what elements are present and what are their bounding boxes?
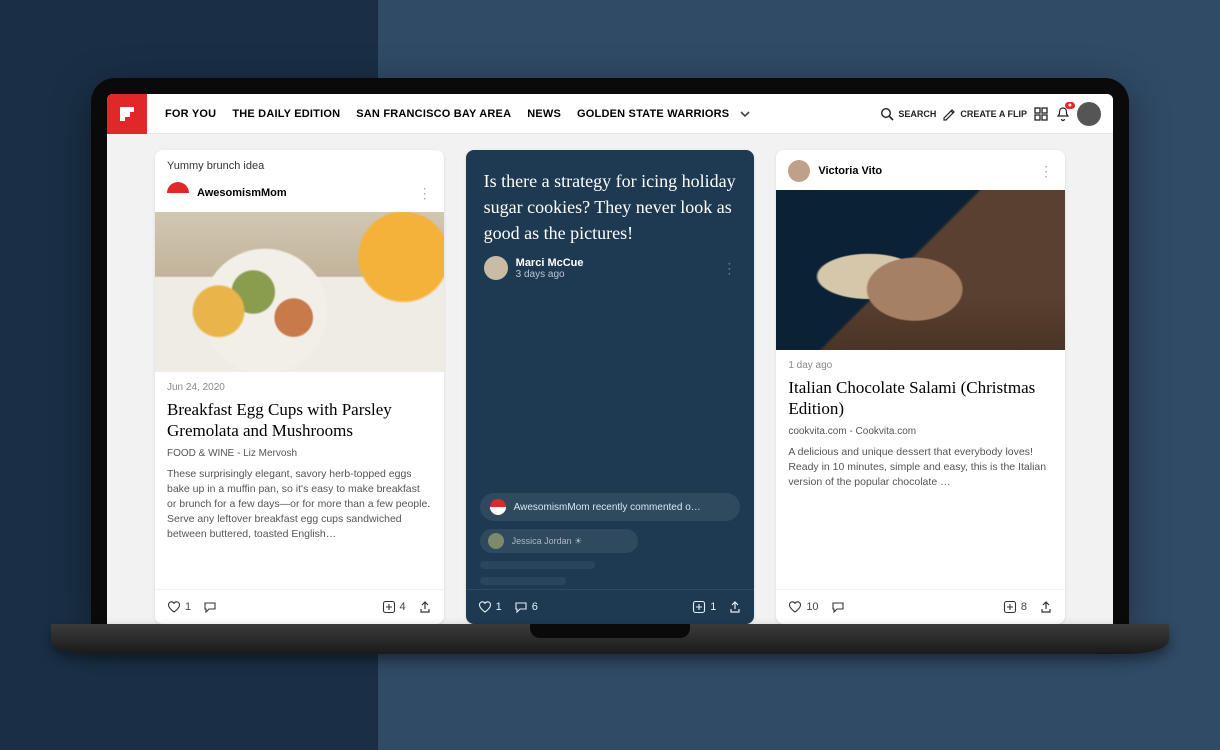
card-pretitle: Yummy brunch idea	[155, 150, 444, 172]
note-author-row: Marci McCue 3 days ago ⋮	[466, 256, 755, 280]
comment-button[interactable]	[203, 600, 217, 614]
add-count: 1	[710, 601, 716, 613]
card-source: cookvita.com - Cookvita.com	[788, 426, 1053, 437]
comment-button[interactable]: 6	[514, 600, 538, 614]
search-icon	[880, 107, 894, 121]
card-description: These surprisingly elegant, savory herb-…	[167, 467, 432, 543]
author-avatar[interactable]	[484, 256, 508, 280]
add-icon	[382, 600, 396, 614]
card-more-button[interactable]: ⋮	[418, 185, 432, 202]
nav-warriors[interactable]: GOLDEN STATE WARRIORS	[577, 108, 729, 120]
like-button[interactable]: 1	[478, 600, 502, 614]
share-icon	[1039, 600, 1053, 614]
grid-button[interactable]	[1033, 106, 1049, 122]
heart-icon	[788, 600, 802, 614]
card-footer: 1 6 1	[466, 589, 755, 624]
like-count: 1	[496, 601, 502, 613]
comment-preview-text: AwesomismMom recently commented o…	[514, 502, 701, 513]
create-flip-button[interactable]: CREATE A FLIP	[942, 107, 1027, 121]
card-article-salami[interactable]: Victoria Vito ⋮ 1 day ago Italian Chocol…	[776, 150, 1065, 624]
heart-icon	[167, 600, 181, 614]
card-footer: 10 8	[776, 589, 1065, 624]
add-button[interactable]: 4	[382, 600, 406, 614]
feed: Yummy brunch idea AwesomismMom ⋮ Jun 24,…	[107, 134, 1113, 624]
heart-icon	[478, 600, 492, 614]
app-header: FOR YOU THE DAILY EDITION SAN FRANCISCO …	[107, 94, 1113, 134]
comment-icon	[514, 600, 528, 614]
nav-more-chevron[interactable]	[739, 108, 751, 120]
notifications-button[interactable]: ●	[1055, 106, 1071, 122]
grid-icon	[1033, 106, 1049, 122]
card-title[interactable]: Italian Chocolate Salami (Christmas Edit…	[788, 377, 1053, 420]
add-count: 8	[1021, 601, 1027, 613]
card-description: A delicious and unique dessert that ever…	[788, 445, 1053, 491]
card-image[interactable]	[155, 212, 444, 372]
search-button[interactable]: SEARCH	[880, 107, 936, 121]
chevron-down-icon	[739, 108, 751, 120]
nav-sf-bay-area[interactable]: SAN FRANCISCO BAY AREA	[356, 108, 511, 120]
app-logo[interactable]	[107, 94, 147, 134]
skeleton-line	[480, 577, 567, 585]
like-button[interactable]: 1	[167, 600, 191, 614]
author-name[interactable]: Marci McCue	[516, 257, 584, 269]
author-avatar[interactable]	[788, 160, 810, 182]
search-label: SEARCH	[898, 109, 936, 119]
author-name[interactable]: AwesomismMom	[197, 187, 287, 199]
card-image[interactable]	[776, 190, 1065, 350]
comment-count: 6	[532, 601, 538, 613]
profile-avatar[interactable]	[1077, 102, 1101, 126]
share-button[interactable]	[728, 600, 742, 614]
note-timestamp: 3 days ago	[516, 269, 584, 280]
author-name[interactable]: Victoria Vito	[818, 165, 882, 177]
comment-icon	[203, 600, 217, 614]
card-author-row: Victoria Vito ⋮	[776, 150, 1065, 190]
card-date: Jun 24, 2020	[167, 382, 432, 393]
skeleton-line	[480, 561, 595, 569]
add-icon	[1003, 600, 1017, 614]
like-count: 1	[185, 601, 191, 613]
comment-preview[interactable]: Jessica Jordan ☀	[480, 529, 639, 553]
nav-news[interactable]: NEWS	[527, 108, 561, 120]
card-more-button[interactable]: ⋮	[1039, 163, 1053, 180]
card-author-row: AwesomismMom ⋮	[155, 172, 444, 212]
share-icon	[418, 600, 432, 614]
like-button[interactable]: 10	[788, 600, 818, 614]
add-button[interactable]: 1	[692, 600, 716, 614]
commenter-avatar	[488, 533, 504, 549]
comment-button[interactable]	[831, 600, 845, 614]
card-title[interactable]: Breakfast Egg Cups with Parsley Gremolat…	[167, 399, 432, 442]
comment-icon	[831, 600, 845, 614]
add-button[interactable]: 8	[1003, 600, 1027, 614]
add-icon	[692, 600, 706, 614]
card-note-cookies[interactable]: Is there a strategy for icing holiday su…	[466, 150, 755, 624]
nav-for-you[interactable]: FOR YOU	[165, 108, 216, 120]
edit-icon	[942, 107, 956, 121]
card-more-button[interactable]: ⋮	[722, 260, 736, 277]
share-button[interactable]	[1039, 600, 1053, 614]
create-flip-label: CREATE A FLIP	[960, 109, 1027, 119]
comment-preview-text: Jessica Jordan ☀	[512, 536, 583, 547]
add-count: 4	[400, 601, 406, 613]
flipboard-icon	[118, 105, 136, 123]
share-icon	[728, 600, 742, 614]
author-avatar[interactable]	[167, 182, 189, 204]
like-count: 10	[806, 601, 818, 613]
card-article-egg-cups[interactable]: Yummy brunch idea AwesomismMom ⋮ Jun 24,…	[155, 150, 444, 624]
note-text: Is there a strategy for icing holiday su…	[466, 150, 755, 256]
card-date: 1 day ago	[788, 360, 1053, 371]
share-button[interactable]	[418, 600, 432, 614]
nav-daily-edition[interactable]: THE DAILY EDITION	[232, 108, 340, 120]
card-footer: 1 4	[155, 589, 444, 624]
top-nav: FOR YOU THE DAILY EDITION SAN FRANCISCO …	[165, 108, 729, 120]
comment-preview[interactable]: AwesomismMom recently commented o…	[480, 493, 741, 521]
notification-badge: ●	[1065, 102, 1075, 109]
card-source: FOOD & WINE - Liz Mervosh	[167, 448, 432, 459]
commenter-avatar	[490, 499, 506, 515]
